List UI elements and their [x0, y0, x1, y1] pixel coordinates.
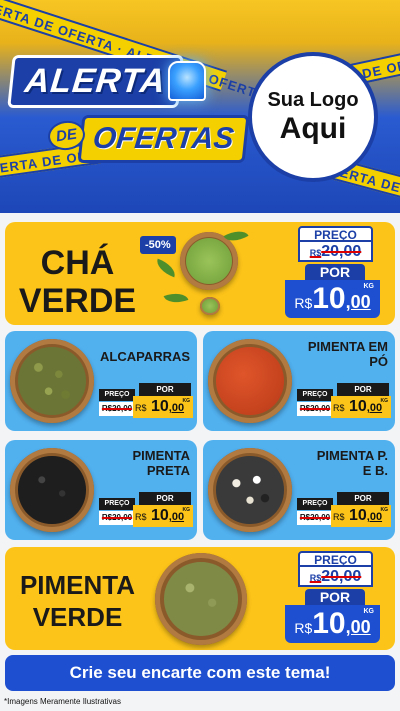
product-image-pimenta-em-po: [208, 339, 292, 423]
product-image-pimenta-verde: [155, 553, 247, 645]
new-price: R$ 10,00 KG: [133, 396, 193, 418]
leaf-icon: [163, 288, 189, 308]
logo-text-line2: Aqui: [279, 112, 347, 145]
product-card-alcaparras[interactable]: ALCAPARRAS PREÇO POR R$20,00 R$ 10,00 KG: [5, 331, 197, 431]
spoon-icon: [200, 297, 220, 315]
new-price: R$ 10,00 KG: [331, 505, 391, 527]
alerta-de-ofertas-title: ALERTA OFERTAS DE: [7, 55, 250, 195]
old-price-label: PREÇO: [297, 389, 333, 401]
product-card-pimenta-pb[interactable]: PIMENTA P. E B. PREÇO POR R$20,00 R$ 10,0…: [203, 440, 395, 540]
old-price-label: PREÇO: [99, 389, 135, 401]
product-card-cha-verde[interactable]: CHÁ VERDE PREÇO R$20,00 POR R$10,00 KG: [5, 222, 395, 325]
old-price: R$20,00: [298, 242, 373, 262]
logo-text-line1: Sua Logo: [267, 89, 359, 111]
old-price: R$20,00: [99, 511, 135, 525]
price-block: PREÇO POR R$20,00 R$ 10,00 KG: [297, 383, 393, 419]
ofertas-word: OFERTAS: [77, 115, 250, 163]
product-card-pimenta-em-po[interactable]: PIMENTA EM PÓ PREÇO POR R$20,00 R$ 10,00 K…: [203, 331, 395, 431]
product-card-pimenta-verde[interactable]: PIMENTA VERDE PREÇO R$20,00 POR R$10,00 K…: [5, 547, 395, 650]
siren-icon: [168, 61, 206, 101]
old-price-label: PREÇO: [298, 551, 373, 567]
price-block: PREÇO POR R$20,00 R$ 10,00 KG: [297, 492, 393, 528]
product-image-pimenta-preta: [10, 448, 94, 532]
disclaimer-text: *Imagens Meramente Ilustrativas: [4, 697, 121, 706]
price-block: PREÇO POR R$20,00 R$ 10,00 KG: [99, 383, 195, 419]
new-price: R$10,00 KG: [285, 280, 380, 318]
product-card-pimenta-preta[interactable]: PIMENTA PRETA PREÇO POR R$20,00 R$ 10,00 K…: [5, 440, 197, 540]
old-price-label: PREÇO: [298, 226, 373, 242]
flyer-page: ALERTA DE OFERTA · ALERTA DE OFERTA ALER…: [0, 0, 400, 711]
discount-badge: -50%: [140, 236, 176, 254]
product-image-alcaparras: [10, 339, 94, 423]
new-price: R$ 10,00 KG: [331, 396, 391, 418]
old-price: R$20,00: [297, 402, 333, 416]
new-price: R$10,00 KG: [285, 605, 380, 643]
product-image-cha-verde: [180, 232, 238, 290]
old-price: R$20,00: [298, 567, 373, 587]
old-price: R$20,00: [297, 511, 333, 525]
old-price-label: PREÇO: [297, 498, 333, 510]
new-price-label: POR: [305, 589, 365, 605]
new-price-label: POR: [305, 264, 365, 280]
header-banner: ALERTA DE OFERTA · ALERTA DE OFERTA ALER…: [0, 0, 400, 213]
product-title: ALCAPARRAS: [100, 349, 191, 364]
product-title: PIMENTA VERDE: [19, 570, 136, 632]
old-price: R$20,00: [99, 402, 135, 416]
price-block: PREÇO POR R$20,00 R$ 10,00 KG: [99, 492, 195, 528]
logo-placeholder[interactable]: Sua Logo Aqui: [248, 52, 378, 182]
product-title: PIMENTA P. E B.: [316, 448, 388, 478]
alerta-word: ALERTA: [7, 55, 184, 108]
product-image-pimenta-pb: [208, 448, 292, 532]
new-price: R$ 10,00 KG: [133, 505, 193, 527]
product-title: CHÁ VERDE: [18, 244, 137, 320]
old-price-label: PREÇO: [99, 498, 135, 510]
product-title: PIMENTA EM PÓ: [307, 339, 388, 369]
product-title: PIMENTA PRETA: [132, 448, 190, 478]
cta-banner[interactable]: Crie seu encarte com este tema!: [5, 655, 395, 691]
leaf-icon: [153, 258, 179, 278]
